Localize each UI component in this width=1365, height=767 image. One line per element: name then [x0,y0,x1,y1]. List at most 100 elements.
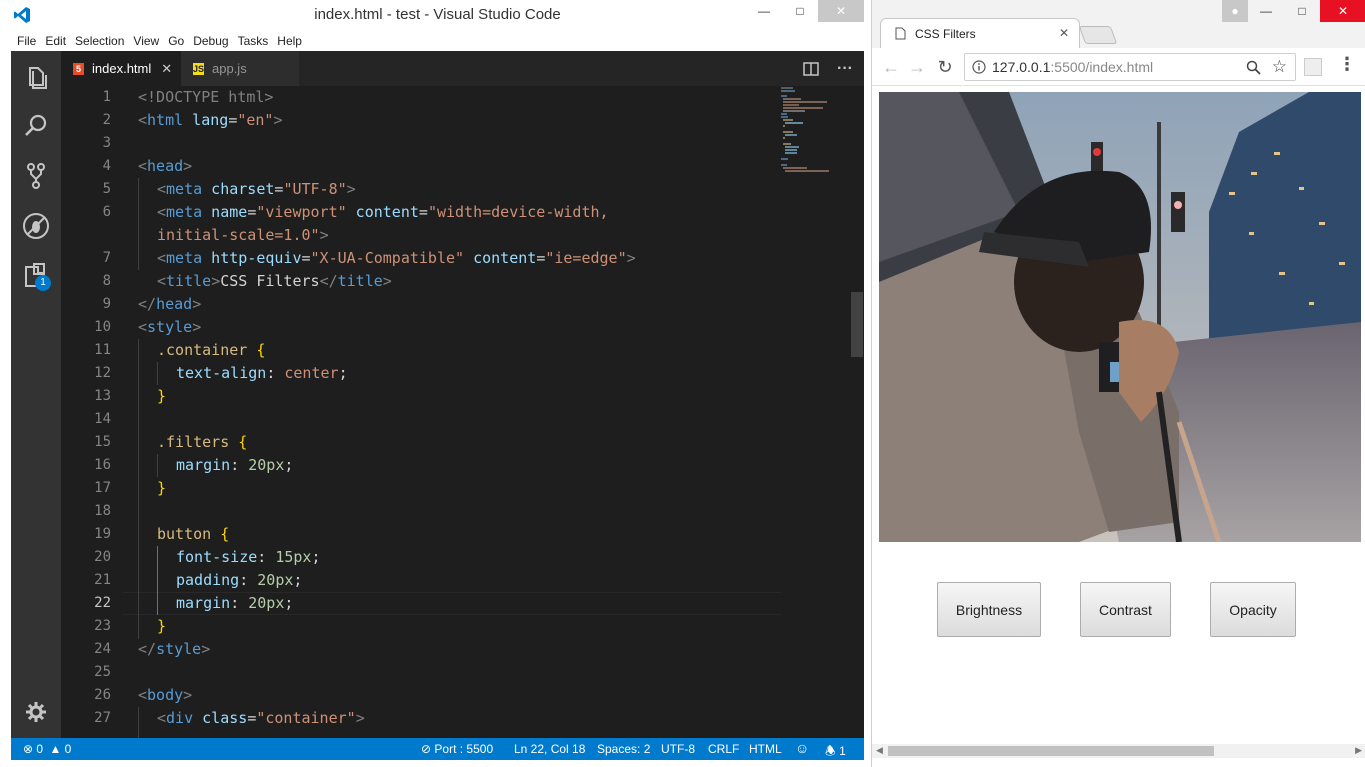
menu-help[interactable]: Help [277,34,302,48]
tab-index-html[interactable]: 5 index.html ✕ [61,51,181,86]
back-arrow-icon[interactable]: ← [880,56,902,78]
tab-app-js[interactable]: JS app.js [181,51,299,86]
punct: > [192,295,202,313]
punct: ; [311,548,321,566]
encoding[interactable]: UTF-8 [661,742,695,756]
string: "X-UA-Compatible" [310,249,465,267]
horizontal-scrollbar[interactable]: ◀ ▶ [872,744,1365,758]
code-line-6-wrap: initial-scale=1.0"> [157,224,329,247]
code-line-12: text-align: center; [176,362,348,385]
tag: body [147,686,184,704]
bookmark-star-icon[interactable]: ☆ [1272,57,1287,77]
scroll-left-icon[interactable]: ◀ [876,745,883,756]
attr: http-equiv [202,249,302,267]
menu-view[interactable]: View [133,34,159,48]
line-endings[interactable]: CRLF [708,742,739,756]
indentation[interactable]: Spaces: 2 [597,742,650,756]
minimize-icon[interactable]: — [1248,0,1284,22]
code-editor[interactable]: 1 2 3 4 5 6 7 8 9 10 11 12 13 14 15 16 1… [61,86,864,738]
feedback-smiley-icon[interactable]: ☺ [795,740,809,756]
punct: </ [138,640,157,658]
source-control-icon[interactable] [21,161,51,191]
cursor-position[interactable]: Ln 22, Col 18 [514,742,585,756]
brace: { [229,433,248,451]
selector: .filters [157,433,230,451]
punct: < [138,111,148,129]
profile-icon[interactable]: ● [1222,0,1248,22]
line-number: 17 [94,480,111,496]
extension-icon[interactable] [1304,58,1322,76]
warning-count: 0 [64,742,72,756]
property: margin [176,594,231,612]
browser-tab[interactable]: CSS Filters ✕ [880,18,1080,48]
menu-go[interactable]: Go [168,34,184,48]
attr: content [464,249,537,267]
punct: > [626,249,636,267]
scroll-right-icon[interactable]: ▶ [1355,745,1362,756]
punct: = [247,203,257,221]
close-icon[interactable]: ✕ [818,0,864,22]
maximize-icon[interactable]: □ [1284,0,1320,22]
line-number: 13 [94,388,111,404]
close-tab-icon[interactable]: ✕ [1059,26,1069,40]
code-line-2: <html lang="en"> [138,109,283,132]
string: "width=device-width, [427,203,609,221]
code-line-21: padding: 20px; [176,569,302,592]
line-number: 2 [102,112,111,128]
minimize-icon[interactable]: — [746,0,782,22]
tag: html [147,111,184,129]
punct: > [355,709,365,727]
editor-scrollbar[interactable] [850,86,864,738]
reload-icon[interactable]: ↻ [934,56,956,78]
search-icon[interactable] [21,111,51,141]
close-icon[interactable]: ✕ [1320,0,1365,22]
explorer-icon[interactable] [21,63,51,93]
address-bar[interactable]: 127.0.0.1:5500/index.html ☆ [964,53,1296,81]
gear-icon[interactable] [21,697,51,727]
menu-tasks[interactable]: Tasks [238,34,269,48]
menu-file[interactable]: File [17,34,36,48]
editor-scroll-thumb[interactable] [851,292,863,357]
attr: content [346,203,419,221]
minimap[interactable] [779,86,851,176]
punct: < [138,686,148,704]
close-tab-icon[interactable]: ✕ [161,61,172,77]
menu-selection[interactable]: Selection [75,34,124,48]
indent-guide [138,178,139,270]
punct: </ [319,272,338,290]
debug-icon[interactable] [21,211,51,241]
problems-status[interactable]: ⊗ 0 ▲ 0 [23,742,71,756]
indent-guide [138,339,139,639]
browser-toolbar: ← → ↻ 127.0.0.1:5500/index.html ☆ ⋮ [872,48,1365,86]
contrast-button[interactable]: Contrast [1080,582,1171,637]
opacity-button[interactable]: Opacity [1210,582,1296,637]
maximize-icon[interactable]: □ [782,0,818,22]
photographer-photo [879,92,1361,542]
code-line-5: <meta charset="UTF-8"> [157,178,356,201]
zoom-icon[interactable] [1246,60,1261,75]
code-line-19: button { [157,523,229,546]
page-icon [895,27,906,40]
more-actions-icon[interactable]: ··· [837,51,853,86]
string: initial-scale=1.0" [157,226,320,244]
split-editor-icon[interactable] [803,51,819,86]
info-icon [972,60,986,74]
line-number: 27 [94,710,111,726]
horizontal-scroll-thumb[interactable] [888,746,1214,756]
language-mode[interactable]: HTML [749,742,782,756]
menu-edit[interactable]: Edit [45,34,66,48]
new-tab-button[interactable] [1078,26,1118,44]
code-line-27: <div class="container"> [157,707,365,730]
line-number: 3 [102,135,111,151]
browser-window: CSS Filters ✕ ● — □ ✕ ← → ↻ 127.0.0.1:55… [871,0,1365,767]
warning-icon: ▲ [49,742,62,756]
notifications[interactable]: 🕭 1 [825,742,846,760]
live-server-port[interactable]: ⊘ Port : 5500 [421,742,493,756]
chrome-menu-icon[interactable]: ⋮ [1338,54,1356,75]
forward-arrow-icon[interactable]: → [906,56,928,78]
brightness-button[interactable]: Brightness [937,582,1041,637]
code-line-23: } [157,615,166,638]
port-label: Port : 5500 [434,742,494,756]
tab-label: index.html [92,61,152,76]
menu-debug[interactable]: Debug [193,34,228,48]
